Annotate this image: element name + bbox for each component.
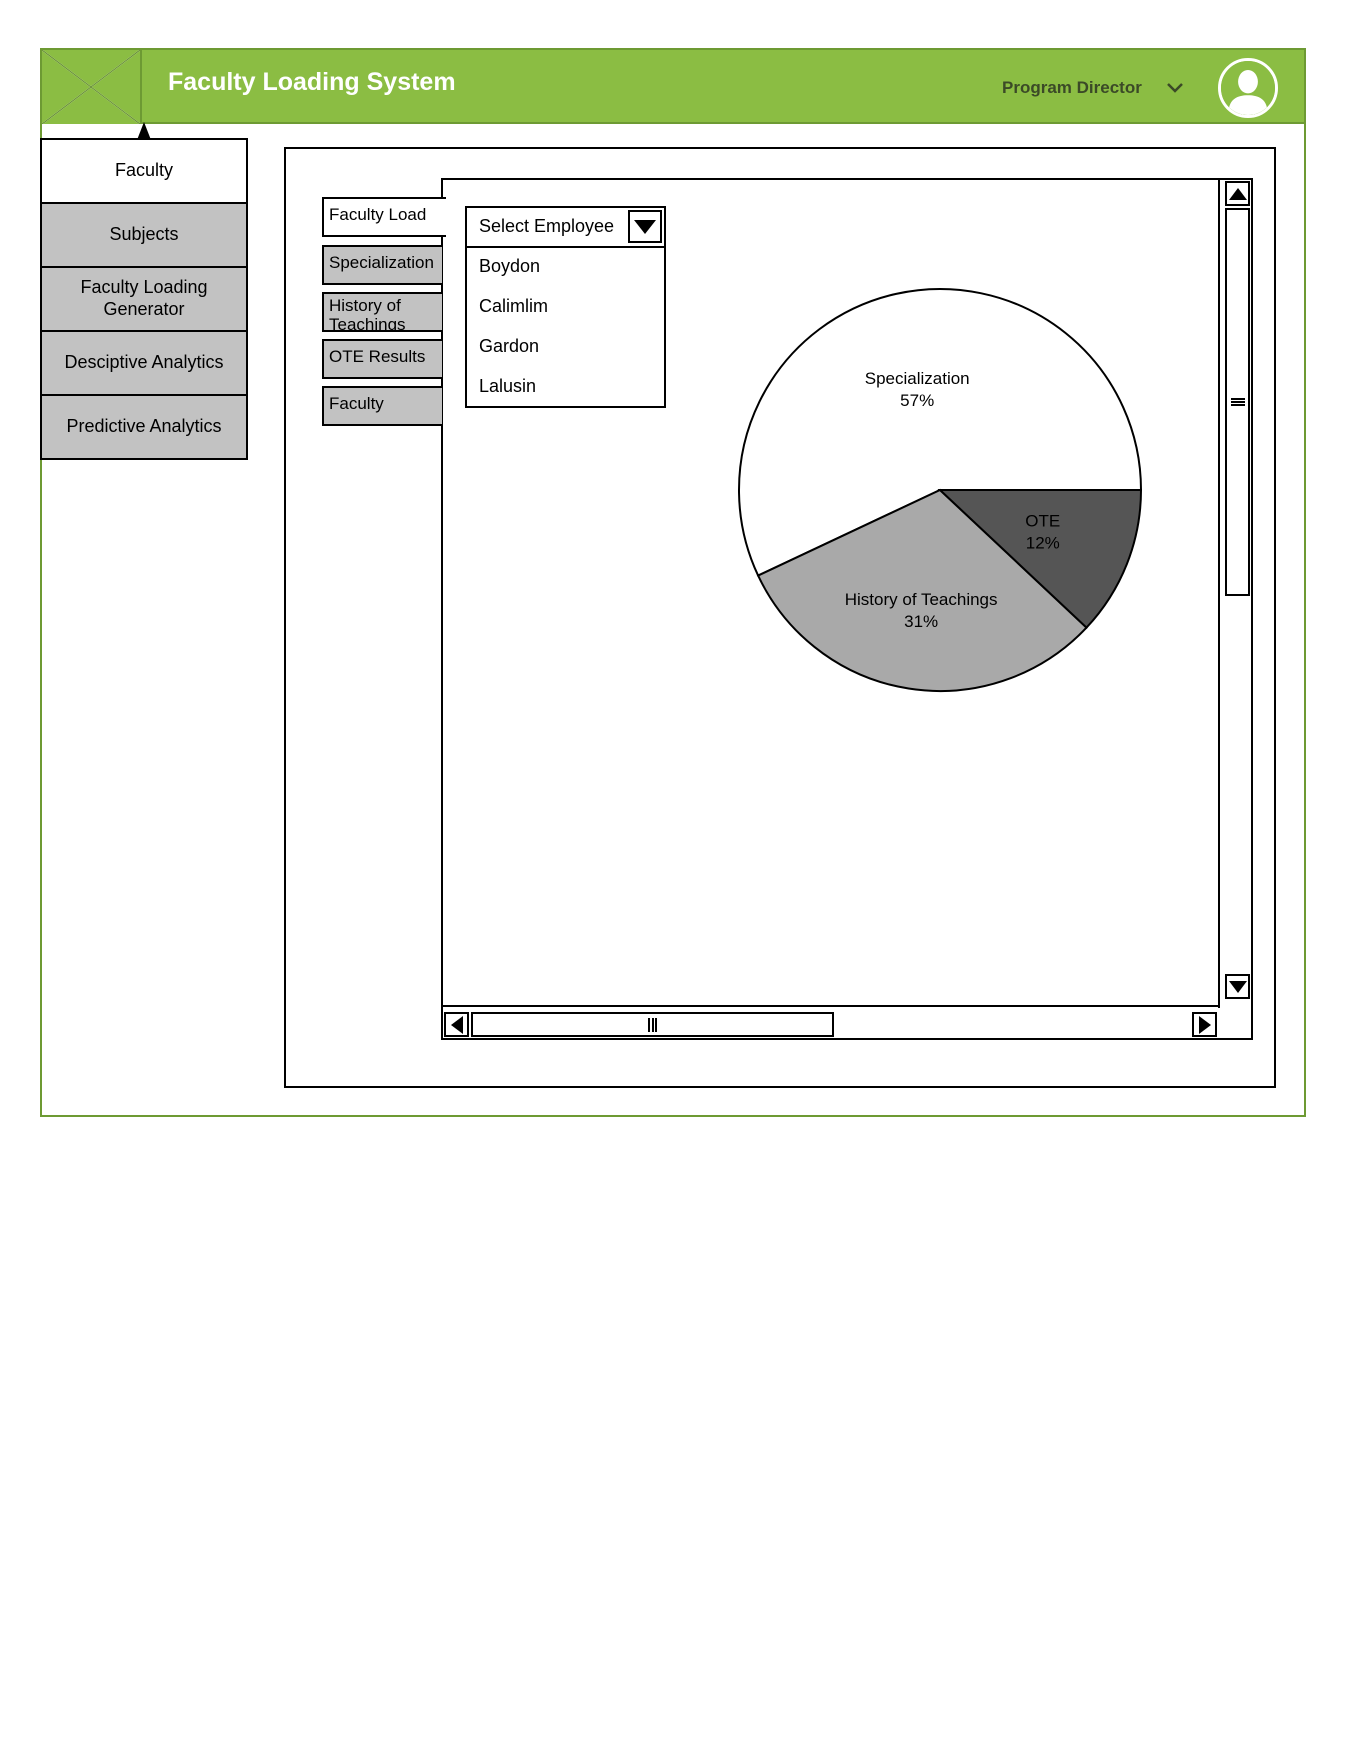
triangle-right-icon — [1198, 1015, 1211, 1034]
pie-label-value: 31% — [904, 612, 938, 631]
vertical-scrollbar[interactable] — [1218, 178, 1253, 1008]
app-title: Faculty Loading System — [168, 68, 456, 96]
scroll-up-button[interactable] — [1225, 181, 1250, 206]
tab-label: History of Teachings — [329, 296, 406, 332]
sidebar-item-label: Desciptive Analytics — [64, 352, 224, 373]
scroll-down-button[interactable] — [1225, 974, 1250, 999]
employee-select-label: Select Employee — [479, 216, 615, 236]
sidebar-item-subjects[interactable]: Subjects — [40, 202, 248, 268]
sidebar: Faculty Subjects Faculty Loading Generat… — [40, 138, 248, 460]
horizontal-scroll-thumb[interactable] — [471, 1012, 834, 1037]
pie-label-name: Specialization — [865, 369, 970, 388]
dropdown-option-calimlim[interactable]: Calimlim — [467, 288, 664, 328]
vertical-scroll-thumb[interactable] — [1225, 208, 1250, 596]
tab-label: Specialization — [329, 253, 434, 272]
triangle-up-icon — [1228, 187, 1247, 200]
tab-history-of-teachings[interactable]: History of Teachings — [322, 292, 442, 332]
dropdown-option-lalusin[interactable]: Lalusin — [467, 368, 664, 408]
triangle-down-icon — [634, 219, 656, 234]
image-placeholder-icon — [42, 50, 142, 124]
dropdown-toggle-button[interactable] — [628, 210, 662, 243]
horizontal-scrollbar[interactable] — [441, 1005, 1220, 1040]
tab-faculty[interactable]: Faculty — [322, 386, 442, 426]
sidebar-item-label: Predictive Analytics — [66, 416, 222, 437]
role-select[interactable]: Program Director — [1002, 74, 1186, 102]
sidebar-item-label: Subjects — [109, 224, 179, 245]
tab-label: OTE Results — [329, 347, 426, 366]
dropdown-option-boydon[interactable]: Boydon — [467, 248, 664, 288]
tab-ote-results[interactable]: OTE Results — [322, 339, 442, 379]
employee-select-header[interactable]: Select Employee — [467, 208, 664, 248]
chevron-down-icon — [1166, 83, 1183, 93]
dropdown-option-gardon[interactable]: Gardon — [467, 328, 664, 368]
triangle-down-icon — [1228, 980, 1247, 993]
pie-label-value: 12% — [1026, 534, 1060, 553]
sidebar-item-label: Faculty — [114, 160, 174, 181]
triangle-left-icon — [450, 1015, 463, 1034]
pie-label-value: 57% — [900, 391, 934, 410]
pie-chart: Specialization 57% History of Teachings 31%… — [738, 288, 1143, 692]
sidebar-item-faculty[interactable]: Faculty — [40, 138, 248, 204]
user-avatar-icon[interactable] — [1218, 58, 1278, 118]
scroll-right-button[interactable] — [1192, 1012, 1217, 1037]
pie-label-name: OTE — [1025, 512, 1060, 531]
tab-specialization[interactable]: Specialization — [322, 245, 442, 285]
sidebar-item-descriptive-analytics[interactable]: Desciptive Analytics — [40, 330, 248, 396]
employee-select[interactable]: Select Employee Boydon Calimlim Gardon L… — [465, 206, 666, 408]
tab-label: Faculty — [329, 394, 384, 413]
role-label: Program Director — [1002, 78, 1142, 97]
grip-icon — [648, 1017, 657, 1032]
tab-faculty-load[interactable]: Faculty Load — [322, 197, 446, 237]
tab-label: Faculty Load — [329, 205, 427, 224]
sidebar-item-faculty-loading-generator[interactable]: Faculty Loading Generator — [40, 266, 248, 332]
scroll-left-button[interactable] — [444, 1012, 469, 1037]
app-header: Faculty Loading System Program Director — [40, 48, 1306, 124]
grip-icon — [1230, 398, 1245, 406]
pie-label-name: History of Teachings — [845, 590, 998, 609]
sidebar-item-predictive-analytics[interactable]: Predictive Analytics — [40, 394, 248, 460]
sidebar-item-label: Faculty Loading Generator — [80, 277, 208, 319]
